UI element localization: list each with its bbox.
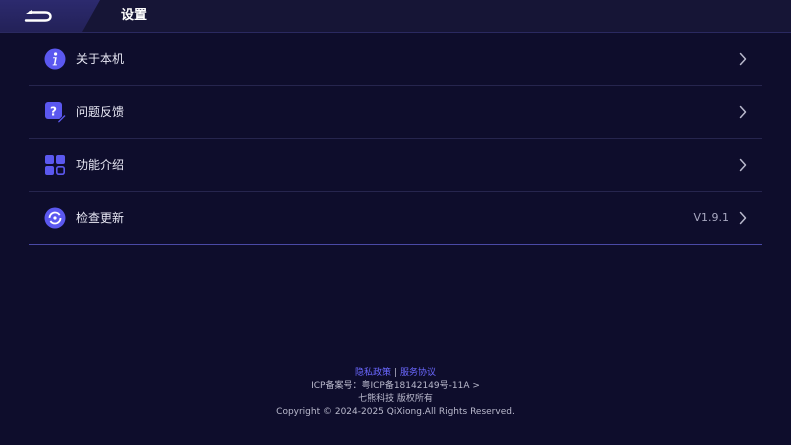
- chevron-right-icon: [739, 211, 747, 225]
- feedback-icon: ?: [45, 102, 66, 123]
- copyright-text: Copyright © 2024-2025 QiXiong.All Rights…: [276, 407, 515, 417]
- chevron-right-icon: [739, 105, 747, 119]
- privacy-policy-link[interactable]: 隐私政策: [355, 368, 391, 378]
- settings-menu: 关于本机 ? 问题反馈 功能介绍 检查更新 V1.9.1: [29, 33, 762, 245]
- info-icon: [44, 48, 66, 70]
- company-text: 七熊科技 版权所有: [358, 394, 433, 404]
- menu-item-check-update[interactable]: 检查更新 V1.9.1: [29, 192, 762, 245]
- terms-of-service-link[interactable]: 服务协议: [400, 368, 436, 378]
- svg-text:?: ?: [50, 105, 57, 119]
- link-separator: |: [393, 368, 398, 378]
- top-bar: 设置: [0, 0, 791, 33]
- footer: 隐私政策 | 服务协议 ICP备案号：粤ICP备18142149号-11A > 七熊…: [0, 367, 791, 419]
- back-button[interactable]: [0, 0, 100, 32]
- menu-item-label: 关于本机: [76, 52, 125, 66]
- chevron-right-icon: [739, 52, 747, 66]
- menu-item-label: 检查更新: [76, 211, 125, 225]
- menu-item-feedback[interactable]: ? 问题反馈: [29, 86, 762, 139]
- icp-record-link[interactable]: ICP备案号：粤ICP备18142149号-11A >: [0, 380, 791, 393]
- menu-item-features[interactable]: 功能介绍: [29, 139, 762, 192]
- update-icon: [44, 207, 66, 229]
- footer-links: 隐私政策 | 服务协议: [0, 367, 791, 380]
- back-arrow-icon: [24, 10, 52, 22]
- menu-item-label: 功能介绍: [76, 158, 125, 172]
- features-grid-icon: [45, 155, 66, 176]
- version-value: V1.9.1: [693, 211, 729, 224]
- page-title: 设置: [121, 8, 148, 23]
- chevron-right-icon: [739, 158, 747, 172]
- menu-item-label: 问题反馈: [76, 105, 125, 119]
- menu-item-about[interactable]: 关于本机: [29, 33, 762, 86]
